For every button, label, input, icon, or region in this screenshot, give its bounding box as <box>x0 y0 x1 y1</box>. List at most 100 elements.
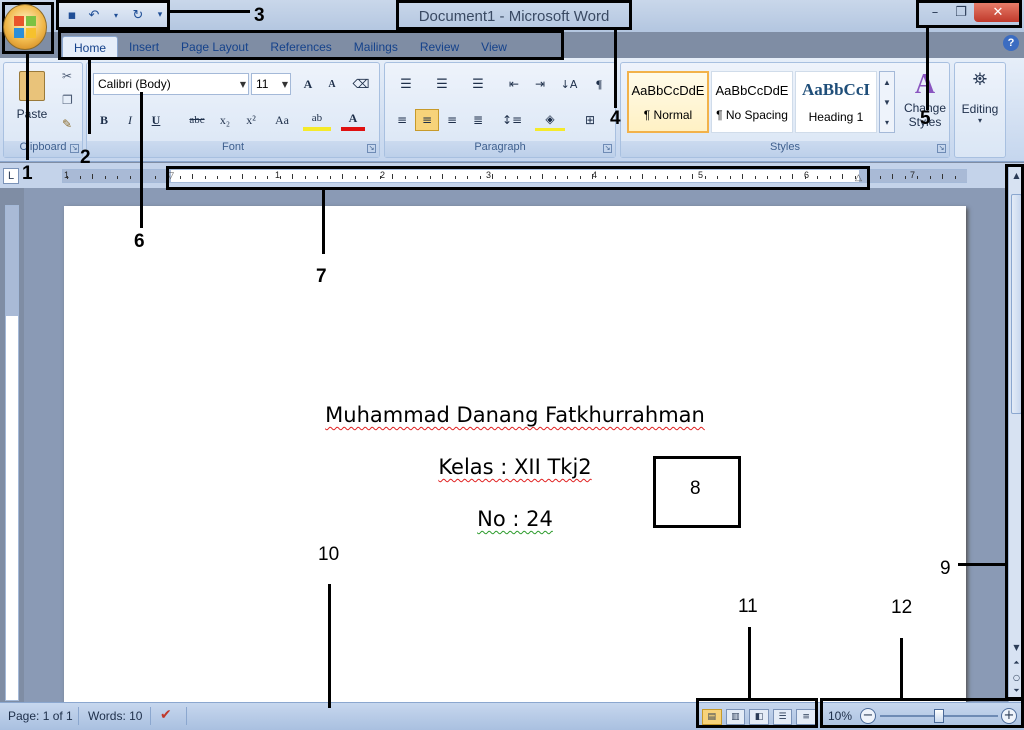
numbering-icon[interactable]: ☰ <box>427 73 457 95</box>
scroll-down-icon[interactable]: ▼ <box>883 98 891 107</box>
scroll-thumb[interactable] <box>1011 194 1022 414</box>
clear-formatting-icon[interactable]: ⌫ <box>349 73 373 95</box>
chevron-down-icon[interactable]: ▾ <box>108 7 124 23</box>
select-browse-object-icon[interactable]: ○ <box>1010 670 1023 684</box>
underline-button[interactable]: U <box>145 109 167 131</box>
page-count[interactable]: Page: 1 of 1 <box>8 709 73 723</box>
right-indent-marker-icon[interactable]: △ <box>855 172 862 183</box>
align-left-icon[interactable]: ≡ <box>391 109 413 131</box>
borders-icon[interactable]: ⊞ <box>575 109 605 131</box>
tab-page-layout[interactable]: Page Layout <box>170 36 259 58</box>
tab-selector[interactable]: L <box>3 168 19 184</box>
cut-icon[interactable]: ✂ <box>62 69 72 83</box>
font-size-combo[interactable]: 11 ▼ <box>251 73 291 95</box>
style-no-spacing[interactable]: AaBbCcDdE ¶ No Spacing <box>711 71 793 133</box>
change-case-button[interactable]: Aa <box>267 109 297 131</box>
indent-marker-icon[interactable]: ▽ <box>167 170 174 181</box>
dialog-launcher-icon[interactable]: ↘ <box>367 144 376 153</box>
font-name-combo[interactable]: Calibri (Body) ▼ <box>93 73 249 95</box>
document-text-line[interactable]: No : 24 <box>64 507 966 531</box>
ruler-tick <box>417 176 418 179</box>
highlight-button[interactable]: ab <box>303 109 331 131</box>
bold-button[interactable]: B <box>93 109 115 131</box>
tab-review[interactable]: Review <box>409 36 470 58</box>
justify-icon[interactable]: ≣ <box>467 109 489 131</box>
align-center-icon[interactable]: ≡ <box>415 109 439 131</box>
font-color-button[interactable]: A <box>341 109 365 131</box>
ruler-tick <box>604 176 606 179</box>
zoom-out-icon[interactable]: − <box>860 708 876 724</box>
tab-home[interactable]: Home <box>62 36 119 58</box>
tab-insert[interactable]: Insert <box>118 36 170 58</box>
paste-button[interactable]: Paste <box>12 69 52 131</box>
more-icon[interactable]: ▾ <box>885 118 889 127</box>
word-count[interactable]: Words: 10 <box>88 709 142 723</box>
copy-icon[interactable]: ❐ <box>62 93 73 107</box>
style-normal[interactable]: AaBbCcDdE ¶ Normal <box>627 71 709 133</box>
maximize-button[interactable]: ❐ <box>948 2 974 22</box>
dialog-launcher-icon[interactable]: ↘ <box>70 144 79 153</box>
ruler-tick <box>742 174 743 179</box>
decrease-indent-icon[interactable]: ⇤ <box>503 73 525 95</box>
line-spacing-icon[interactable]: ↕≡ <box>497 109 527 131</box>
style-preview: AaBbCcI <box>801 80 870 99</box>
zoom-level[interactable]: 10% <box>828 709 852 723</box>
customize-qat-icon[interactable]: ▾ <box>152 7 168 23</box>
proofing-icon[interactable]: ✔ <box>160 707 172 723</box>
ribbon-tabs: Home Insert Page Layout References Maili… <box>62 32 562 58</box>
show-formatting-button[interactable]: ¶ <box>587 73 611 95</box>
document-area: Muhammad Danang Fatkhurrahman Kelas : XI… <box>24 188 1008 726</box>
dialog-launcher-icon[interactable]: ↘ <box>603 144 612 153</box>
change-styles-button[interactable]: A Change Styles <box>901 69 949 139</box>
zoom-slider-thumb[interactable] <box>934 709 944 723</box>
save-icon[interactable]: ▪ <box>64 7 80 23</box>
bullets-icon[interactable]: ☰ <box>391 73 421 95</box>
ruler-tick <box>754 176 756 179</box>
vertical-ruler[interactable] <box>5 205 19 701</box>
format-painter-icon[interactable]: ✎ <box>62 117 72 131</box>
style-name: ¶ No Spacing <box>716 107 788 122</box>
scroll-up-icon[interactable]: ▲ <box>883 78 891 87</box>
office-button[interactable] <box>3 4 47 50</box>
subscript-button[interactable]: x₂ <box>213 109 237 131</box>
scroll-up-icon[interactable]: ▲ <box>1010 168 1023 182</box>
strikethrough-button[interactable]: abc <box>183 109 211 131</box>
grow-font-button[interactable]: A <box>297 73 319 95</box>
shading-icon[interactable]: ◈ <box>535 109 565 131</box>
tab-mailings[interactable]: Mailings <box>343 36 409 58</box>
draft-icon[interactable]: ≡ <box>796 709 816 725</box>
multilevel-list-icon[interactable]: ☰ <box>463 73 493 95</box>
zoom-in-icon[interactable]: + <box>1001 708 1017 724</box>
minimize-button[interactable]: – <box>922 2 948 22</box>
style-heading-1[interactable]: AaBbCcI Heading 1 <box>795 71 877 133</box>
horizontal-ruler[interactable]: 1 1 2 3 4 5 6 7 ▽ △ <box>62 169 967 183</box>
full-screen-reading-icon[interactable]: ▥ <box>725 709 746 725</box>
web-layout-icon[interactable]: ◧ <box>749 709 769 725</box>
close-button[interactable]: ✕ <box>974 2 1022 22</box>
italic-button[interactable]: I <box>119 109 141 131</box>
ruler-tick <box>92 174 93 179</box>
increase-indent-icon[interactable]: ⇥ <box>529 73 551 95</box>
document-text-line[interactable]: Muhammad Danang Fatkhurrahman <box>64 403 966 427</box>
superscript-button[interactable]: x² <box>239 109 263 131</box>
shrink-font-button[interactable]: A <box>321 73 343 95</box>
tab-references[interactable]: References <box>259 36 342 58</box>
styles-scroll[interactable]: ▲ ▼ ▾ <box>879 71 895 133</box>
align-right-icon[interactable]: ≡ <box>441 109 463 131</box>
tab-view[interactable]: View <box>470 36 518 58</box>
print-layout-icon[interactable]: ▤ <box>702 709 722 725</box>
dialog-launcher-icon[interactable]: ↘ <box>937 144 946 153</box>
redo-icon[interactable]: ↻ <box>130 7 146 23</box>
document-text-line[interactable]: Kelas : XII Tkj2 <box>64 455 966 479</box>
chevron-down-icon: ▼ <box>239 80 246 89</box>
next-page-icon[interactable]: ⏷ <box>1010 684 1023 698</box>
scroll-down-icon[interactable]: ▼ <box>1010 640 1023 654</box>
document-page[interactable]: Muhammad Danang Fatkhurrahman Kelas : XI… <box>64 206 966 726</box>
editing-button[interactable]: ⛯ Editing ▾ <box>955 69 1005 139</box>
previous-page-icon[interactable]: ⏶ <box>1010 656 1023 670</box>
outline-icon[interactable]: ☰ <box>772 709 793 725</box>
undo-icon[interactable]: ↶ <box>86 7 102 23</box>
sort-icon[interactable]: ↓A <box>557 73 581 95</box>
help-icon[interactable]: ? <box>1003 35 1019 51</box>
vertical-scrollbar[interactable]: ▲ ▼ ⏶ ○ ⏷ <box>1008 166 1024 702</box>
